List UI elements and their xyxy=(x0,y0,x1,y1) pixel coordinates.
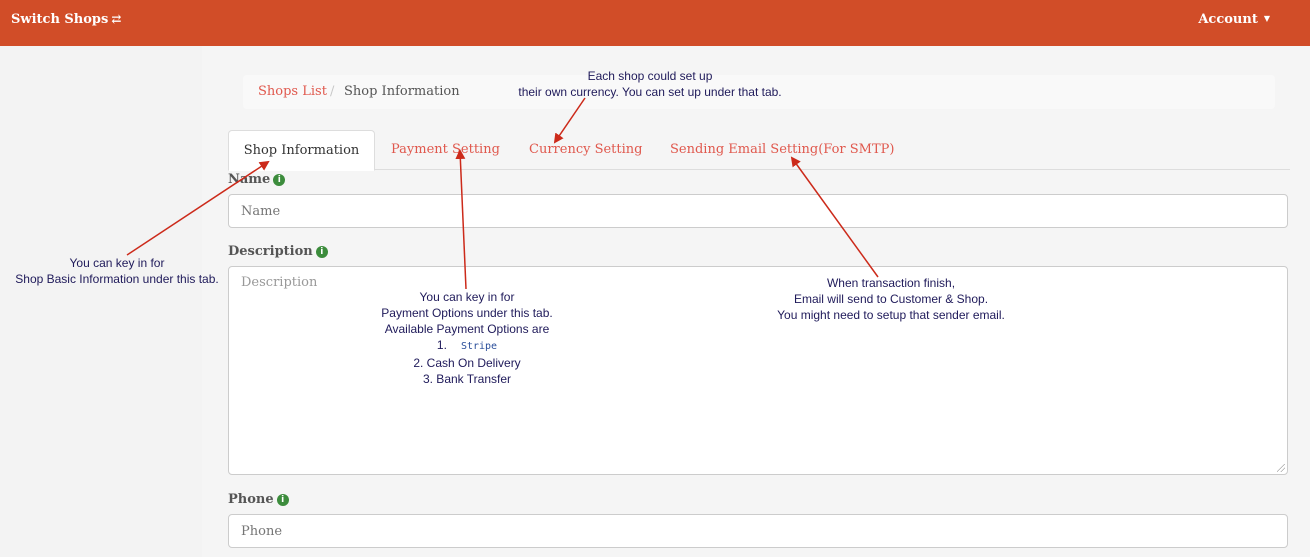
payment-option-2: 2. Cash On Delivery xyxy=(413,356,521,370)
brand-label: Switch Shops xyxy=(11,12,109,27)
swap-arrows-icon: ⇄ xyxy=(111,12,122,26)
switch-shops-link[interactable]: Switch Shops ⇄ xyxy=(11,12,121,27)
payment-annotation: You can key in for Payment Options under… xyxy=(352,289,582,387)
annotation-line: You might need to setup that sender emai… xyxy=(777,308,1005,322)
annotation-line: When transaction finish, xyxy=(826,276,956,290)
sidebar xyxy=(0,46,202,557)
account-dropdown[interactable]: Account ▼ xyxy=(1198,12,1270,27)
tab-shop-information[interactable]: Shop Information xyxy=(228,130,375,171)
info-icon[interactable]: i xyxy=(273,174,286,186)
annotation-line: Shop Basic Information under this tab. xyxy=(15,272,219,286)
caret-down-icon: ▼ xyxy=(1263,13,1270,23)
annotation-line: You can key in for xyxy=(69,256,165,270)
name-label-text: Name xyxy=(228,172,271,187)
tab-payment-setting[interactable]: Payment Setting xyxy=(391,130,500,169)
annotation-line: Email will send to Customer & Shop. xyxy=(793,292,989,306)
phone-label: Phone i xyxy=(228,492,289,507)
option-stripe: Stripe xyxy=(460,341,498,352)
top-navbar: Switch Shops ⇄ Account ▼ xyxy=(0,0,1310,46)
name-input[interactable] xyxy=(228,194,1288,228)
account-label: Account xyxy=(1198,12,1258,27)
option-number: 1. xyxy=(436,338,447,352)
tab-sending-email-setting[interactable]: Sending Email Setting(For SMTP) xyxy=(670,130,894,169)
tab-currency-setting[interactable]: Currency Setting xyxy=(529,130,642,169)
payment-option-3: 3. Bank Transfer xyxy=(422,372,512,386)
email-annotation: When transaction finish, Email will send… xyxy=(741,275,1041,323)
currency-annotation: Each shop could set up their own currenc… xyxy=(480,68,820,100)
resize-handle-icon[interactable] xyxy=(1277,464,1285,472)
shop-info-annotation: You can key in for Shop Basic Informatio… xyxy=(2,255,232,287)
phone-label-text: Phone xyxy=(228,492,274,507)
breadcrumb-shops-list[interactable]: Shops List xyxy=(258,75,327,109)
payment-option-1: 1. Stripe xyxy=(352,337,582,355)
phone-input[interactable] xyxy=(228,514,1288,548)
annotation-line: You can key in for xyxy=(419,290,515,304)
description-label: Description i xyxy=(228,244,328,259)
breadcrumb-current: Shop Information xyxy=(344,84,460,99)
breadcrumb-separator: / xyxy=(330,84,335,99)
tabs-divider xyxy=(228,169,1290,170)
info-icon[interactable]: i xyxy=(315,246,328,258)
description-label-text: Description xyxy=(228,244,313,259)
description-placeholder: Description xyxy=(241,275,318,290)
name-label: Name i xyxy=(228,172,286,187)
info-icon[interactable]: i xyxy=(276,494,289,506)
annotation-line: their own currency. You can set up under… xyxy=(518,85,782,99)
annotation-line: Payment Options under this tab. xyxy=(381,306,553,320)
annotation-line: Available Payment Options are xyxy=(384,322,550,336)
annotation-line: Each shop could set up xyxy=(587,69,713,83)
